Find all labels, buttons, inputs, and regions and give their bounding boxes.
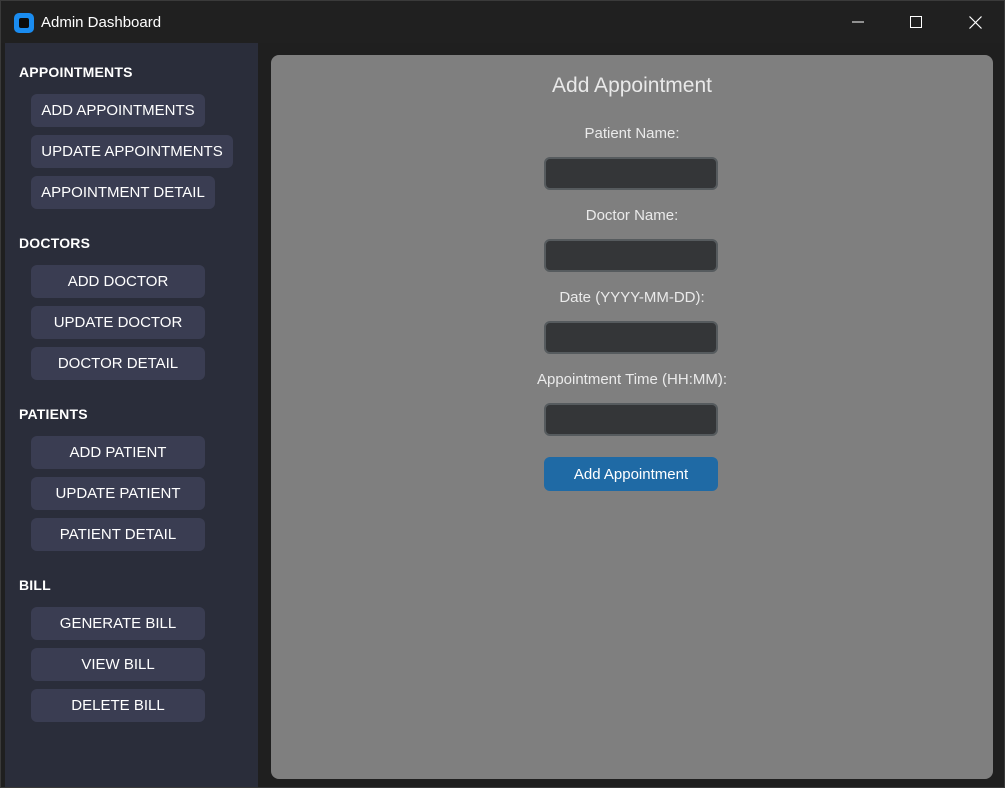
title-bar: Admin Dashboard xyxy=(1,1,1004,43)
patient-detail-button[interactable]: PATIENT DETAIL xyxy=(31,518,205,551)
date-input[interactable] xyxy=(544,321,718,354)
add-appointment-button[interactable]: Add Appointment xyxy=(544,457,718,491)
update-patient-button[interactable]: UPDATE PATIENT xyxy=(31,477,205,510)
date-label: Date (YYYY-MM-DD): xyxy=(559,289,705,306)
app-icon xyxy=(14,13,34,33)
add-patient-button[interactable]: ADD PATIENT xyxy=(31,436,205,469)
close-button[interactable] xyxy=(946,1,1004,43)
delete-bill-button[interactable]: DELETE BILL xyxy=(31,689,205,722)
main-panel: Add Appointment Patient Name: Doctor Nam… xyxy=(271,55,993,779)
doctor-name-input[interactable] xyxy=(544,239,718,272)
update-appointments-button[interactable]: UPDATE APPOINTMENTS xyxy=(31,135,233,168)
generate-bill-button[interactable]: GENERATE BILL xyxy=(31,607,205,640)
appointment-time-label: Appointment Time (HH:MM): xyxy=(536,371,728,388)
sidebar: APPOINTMENTS ADD APPOINTMENTS UPDATE APP… xyxy=(5,43,258,787)
patient-name-label: Patient Name: xyxy=(584,125,680,142)
minimize-button[interactable] xyxy=(829,1,887,43)
minimize-icon xyxy=(852,21,864,23)
section-title-bill: BILL xyxy=(19,577,51,593)
patient-name-input[interactable] xyxy=(544,157,718,190)
section-title-appointments: APPOINTMENTS xyxy=(19,64,133,80)
section-title-patients: PATIENTS xyxy=(19,406,88,422)
doctor-name-label: Doctor Name: xyxy=(585,207,679,224)
doctor-detail-button[interactable]: DOCTOR DETAIL xyxy=(31,347,205,380)
appointment-time-input[interactable] xyxy=(544,403,718,436)
maximize-icon xyxy=(910,16,922,28)
maximize-button[interactable] xyxy=(887,1,945,43)
add-doctor-button[interactable]: ADD DOCTOR xyxy=(31,265,205,298)
appointment-detail-button[interactable]: APPOINTMENT DETAIL xyxy=(31,176,215,209)
view-bill-button[interactable]: VIEW BILL xyxy=(31,648,205,681)
form-title: Add Appointment xyxy=(552,74,712,97)
window-title: Admin Dashboard xyxy=(41,14,162,31)
add-appointments-button[interactable]: ADD APPOINTMENTS xyxy=(31,94,205,127)
section-title-doctors: DOCTORS xyxy=(19,235,91,251)
app-window: Admin Dashboard APPOINTMENTS ADD APPOINT… xyxy=(0,0,1005,788)
close-icon xyxy=(968,15,982,29)
update-doctor-button[interactable]: UPDATE DOCTOR xyxy=(31,306,205,339)
